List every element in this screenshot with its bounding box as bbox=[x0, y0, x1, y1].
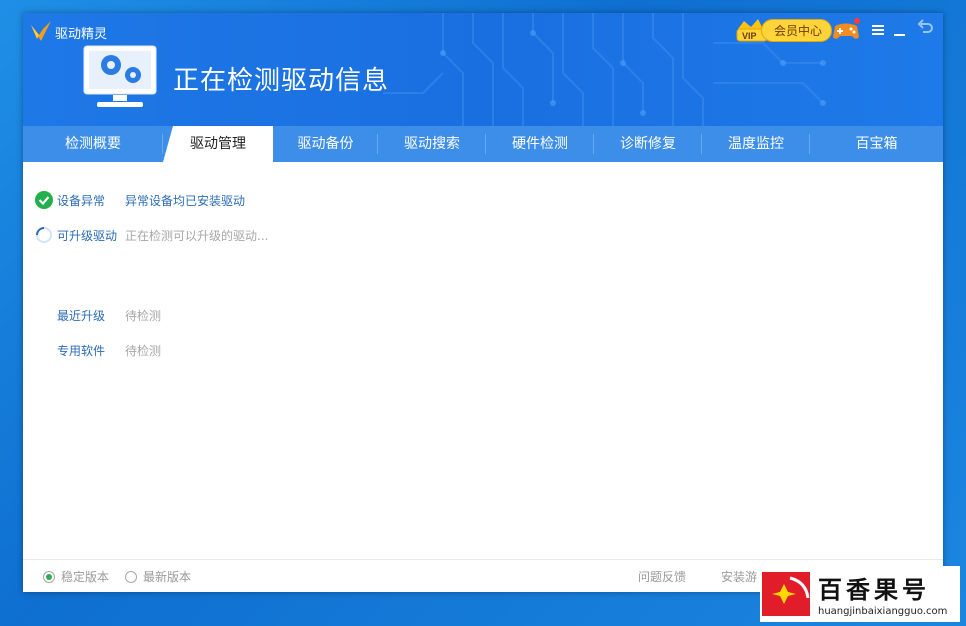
radio-label: 最新版本 bbox=[143, 570, 192, 584]
tab-hardware-detection[interactable]: 硬件检测 bbox=[486, 126, 594, 162]
tab-label: 温度监控 bbox=[728, 136, 784, 152]
check-icon bbox=[35, 191, 53, 209]
stable-version-radio[interactable]: 稳定版本 bbox=[43, 568, 109, 585]
status-row-recent-upgrade: 最近升级 待检测 bbox=[35, 305, 161, 325]
status-value: 待检测 bbox=[125, 308, 162, 323]
status-label: 设备异常 bbox=[57, 193, 106, 208]
latest-version-radio[interactable]: 最新版本 bbox=[125, 568, 191, 585]
tab-driver-search[interactable]: 驱动搜索 bbox=[378, 126, 486, 162]
menu-icon[interactable] bbox=[871, 23, 885, 37]
status-row-device-exception: 设备异常 异常设备均已安装驱动 bbox=[35, 190, 245, 210]
status-label: 可升级驱动 bbox=[57, 228, 118, 243]
radio-indicator bbox=[43, 570, 55, 583]
app-window: 驱动精灵 正在检测驱动信息 VIP 会员中心 检测概要 驱动管理 驱动备份 驱动… bbox=[23, 13, 943, 592]
tab-label: 诊断修复 bbox=[620, 136, 676, 152]
tab-driver-management[interactable]: 驱动管理 bbox=[163, 126, 273, 162]
app-title: 驱动精灵 bbox=[55, 27, 108, 42]
radio-indicator bbox=[125, 570, 137, 583]
svg-text:VIP: VIP bbox=[742, 31, 757, 41]
radio-label: 稳定版本 bbox=[61, 570, 110, 584]
tab-label: 检测概要 bbox=[65, 136, 121, 152]
status-label: 最近升级 bbox=[57, 308, 106, 323]
app-logo-icon bbox=[31, 21, 51, 41]
watermark-url: huangjinbaixiangguo.com bbox=[818, 606, 948, 617]
tab-label: 驱动搜索 bbox=[404, 136, 460, 152]
tab-toolbox[interactable]: 百宝箱 bbox=[810, 126, 943, 162]
back-icon[interactable] bbox=[917, 19, 933, 35]
status-value: 正在检测可以升级的驱动... bbox=[125, 228, 269, 243]
feedback-link[interactable]: 问题反馈 bbox=[638, 568, 686, 585]
watermark: 百香果号 huangjinbaixiangguo.com bbox=[760, 566, 960, 622]
watermark-text: 百香果号 bbox=[818, 576, 930, 604]
minimize-icon[interactable] bbox=[893, 23, 907, 37]
tab-temperature-monitor[interactable]: 温度监控 bbox=[702, 126, 810, 162]
loading-spinner-icon bbox=[36, 227, 52, 243]
header-banner: 驱动精灵 正在检测驱动信息 VIP 会员中心 bbox=[23, 13, 943, 126]
game-controller-icon[interactable] bbox=[831, 17, 861, 43]
vip-center-button[interactable]: VIP 会员中心 bbox=[735, 17, 833, 43]
status-row-upgradable-drivers: 可升级驱动 正在检测可以升级的驱动... bbox=[35, 225, 268, 245]
tab-bar: 检测概要 驱动管理 驱动备份 驱动搜索 硬件检测 诊断修复 温度监控 百宝箱 bbox=[23, 126, 943, 162]
tab-driver-backup[interactable]: 驱动备份 bbox=[273, 126, 378, 162]
install-games-link[interactable]: 安装游 bbox=[721, 568, 757, 585]
monitor-gear-icon bbox=[83, 45, 157, 107]
status-value: 异常设备均已安装驱动 bbox=[125, 193, 246, 208]
tab-label: 驱动管理 bbox=[190, 136, 246, 152]
status-label: 专用软件 bbox=[57, 343, 106, 358]
tab-label: 驱动备份 bbox=[297, 136, 354, 152]
tab-diagnose-repair[interactable]: 诊断修复 bbox=[594, 126, 702, 162]
page-title: 正在检测驱动信息 bbox=[173, 66, 390, 96]
watermark-logo-icon bbox=[762, 572, 810, 616]
tab-label: 硬件检测 bbox=[512, 136, 568, 152]
tab-label: 百宝箱 bbox=[855, 136, 898, 152]
status-value: 待检测 bbox=[125, 343, 162, 358]
vip-center-label: 会员中心 bbox=[761, 18, 833, 42]
tab-overview[interactable]: 检测概要 bbox=[23, 126, 163, 162]
status-row-dedicated-software: 专用软件 待检测 bbox=[35, 340, 161, 360]
